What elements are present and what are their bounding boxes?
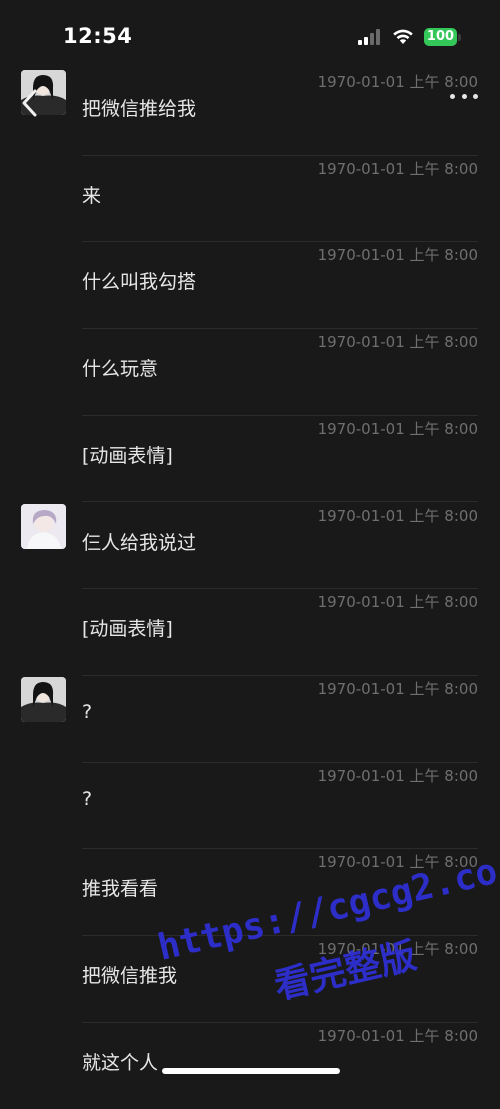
message-row[interactable]: 1970-01-01 上午 8:00 什么玩意	[0, 329, 500, 416]
message-row[interactable]: 1970-01-01 上午 8:00 来	[0, 156, 500, 243]
wifi-icon	[393, 29, 413, 44]
message-time: 1970-01-01 上午 8:00	[317, 853, 478, 872]
message-time: 1970-01-01 上午 8:00	[317, 1026, 478, 1045]
person-avatar-icon	[21, 503, 66, 549]
avatar[interactable]	[21, 503, 66, 549]
message-row[interactable]: 1970-01-01 上午 8:00 什么叫我勾搭	[0, 242, 500, 330]
status-time: 12:54	[63, 24, 133, 48]
message-text: 仨人给我说过	[82, 531, 197, 554]
message-row[interactable]: 1970-01-01 上午 8:00 ?	[0, 763, 500, 850]
message-time: 1970-01-01 上午 8:00	[317, 506, 478, 525]
message-time: 1970-01-01 上午 8:00	[317, 246, 478, 265]
message-text: 推我看看	[82, 878, 159, 901]
message-row[interactable]: 1970-01-01 上午 8:00 ?	[0, 676, 500, 763]
message-row[interactable]: 1970-01-01 上午 8:00 把微信推给我	[0, 69, 500, 156]
message-time: 1970-01-01 上午 8:00	[317, 419, 478, 438]
message-row[interactable]: 1970-01-01 上午 8:00 仨人给我说过	[0, 503, 500, 590]
message-text: 什么叫我勾搭	[82, 271, 197, 294]
message-row[interactable]: 1970-01-01 上午 8:00 [动画表情]	[0, 589, 500, 676]
message-text: 把微信推给我	[82, 98, 197, 120]
message-row[interactable]: 1970-01-01 上午 8:00 就这个人	[0, 1023, 500, 1109]
cellular-signal-icon	[358, 29, 380, 45]
message-time: 1970-01-01 上午 8:00	[317, 679, 478, 698]
message-row[interactable]: 1970-01-01 上午 8:00 [动画表情]	[0, 416, 500, 503]
battery-indicator: 100	[424, 28, 457, 46]
message-text: 什么玩意	[82, 358, 159, 381]
message-text: [动画表情]	[82, 444, 173, 467]
message-text: [动画表情]	[82, 618, 173, 641]
message-text: 就这个人	[82, 1051, 159, 1074]
message-time: 1970-01-01 上午 8:00	[317, 159, 478, 178]
message-row[interactable]: 1970-01-01 上午 8:00 推我看看	[0, 849, 500, 936]
dot	[473, 93, 478, 99]
message-text: 把微信推我	[82, 965, 178, 987]
message-time: 1970-01-01 上午 8:00	[317, 593, 478, 612]
message-row[interactable]: 1970-01-01 上午 8:00 把微信推我	[0, 936, 500, 1023]
dot	[450, 93, 455, 99]
status-bar: 12:54 100	[0, 0, 500, 66]
avatar[interactable]	[21, 676, 66, 722]
chevron-left-icon[interactable]	[18, 88, 42, 118]
message-time: 1970-01-01 上午 8:00	[317, 766, 478, 785]
message-time: 1970-01-01 上午 8:00	[317, 940, 478, 958]
dot	[461, 93, 467, 99]
message-time: 1970-01-01 上午 8:00	[317, 333, 478, 352]
home-indicator[interactable]	[162, 1068, 340, 1074]
message-text: ?	[82, 700, 93, 723]
ellipsis-icon[interactable]	[450, 86, 478, 106]
battery-cap	[458, 34, 461, 41]
message-text: 来	[82, 184, 102, 207]
person-avatar-icon	[21, 676, 66, 722]
message-text: ?	[82, 787, 93, 810]
